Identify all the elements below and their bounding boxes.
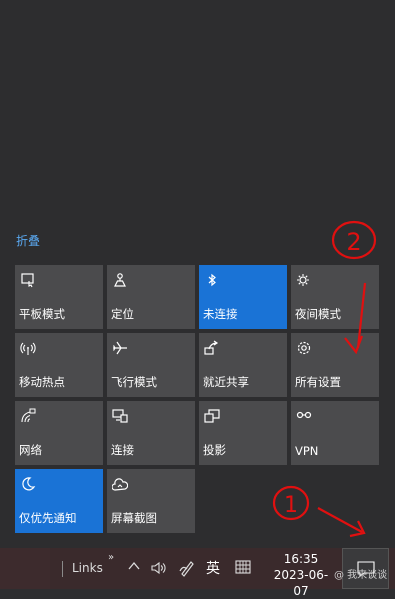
toolbar-separator (62, 561, 63, 577)
tile-connect[interactable]: 连接 (107, 401, 195, 465)
clock-time: 16:35 (283, 552, 319, 566)
tile-screenshot[interactable]: 屏幕截图 (107, 469, 195, 533)
tile-label: 投影 (203, 443, 226, 457)
tile-vpn[interactable]: VPN (291, 401, 379, 465)
tile-tablet-mode[interactable]: 平板模式 (15, 265, 103, 329)
links-toolbar[interactable]: Links (72, 561, 103, 575)
show-hidden-icons-icon[interactable] (128, 560, 140, 575)
links-overflow-chevron[interactable]: » (108, 552, 114, 563)
vpn-icon (296, 408, 312, 424)
tile-label: 未连接 (203, 307, 238, 321)
tile-label: 夜间模式 (295, 307, 341, 321)
tile-bluetooth[interactable]: 未连接 (199, 265, 287, 329)
tile-night-light[interactable]: 夜间模式 (291, 265, 379, 329)
tile-label: 仅优先通知 (19, 511, 77, 525)
project-icon (204, 408, 220, 424)
tile-project[interactable]: 投影 (199, 401, 287, 465)
tile-label: 平板模式 (19, 307, 65, 321)
action-center-panel: 折叠 平板模式 定位 未连接 夜间模式 移动热点 飞行模式 就近共享 所有设置 … (0, 0, 395, 548)
network-icon (20, 408, 36, 424)
tile-label: 连接 (111, 443, 134, 457)
volume-icon[interactable] (150, 560, 168, 576)
tablet-mode-icon (20, 272, 36, 288)
mobile-hotspot-icon (20, 340, 36, 356)
focus-assist-icon (20, 476, 36, 492)
tile-nearby-share[interactable]: 就近共享 (199, 333, 287, 397)
tile-label: 屏幕截图 (111, 511, 157, 525)
gear-icon (296, 340, 312, 356)
location-icon (112, 272, 128, 288)
tile-label: 网络 (19, 443, 42, 457)
tile-label: 就近共享 (203, 375, 249, 389)
clock-date: 2023-06-07 (273, 568, 329, 598)
bluetooth-icon (204, 272, 220, 288)
tile-network[interactable]: 网络 (15, 401, 103, 465)
input-method-indicator[interactable]: 英 (206, 558, 220, 578)
tile-focus-assist[interactable]: 仅优先通知 (15, 469, 103, 533)
night-light-icon (296, 272, 312, 288)
tile-label: 定位 (111, 307, 134, 321)
collapse-link[interactable]: 折叠 (16, 232, 40, 249)
airplane-icon (112, 340, 128, 356)
tile-label: 所有设置 (295, 375, 341, 389)
clock[interactable]: 16:35 2023-06-07 (270, 551, 332, 599)
tile-label: VPN (295, 444, 319, 458)
connect-icon (112, 408, 128, 424)
tile-label: 飞行模式 (111, 375, 157, 389)
taskbar-left-area[interactable] (0, 548, 50, 589)
tile-mobile-hotspot[interactable]: 移动热点 (15, 333, 103, 397)
tile-all-settings[interactable]: 所有设置 (291, 333, 379, 397)
watermark: @ 我来谈谈 (334, 570, 388, 581)
tile-location[interactable]: 定位 (107, 265, 195, 329)
touch-keyboard-icon[interactable] (235, 559, 251, 575)
tile-airplane-mode[interactable]: 飞行模式 (107, 333, 195, 397)
tile-label: 移动热点 (19, 375, 65, 389)
pen-workspace-icon[interactable] (178, 559, 196, 577)
nearby-share-icon (204, 340, 220, 356)
screenshot-icon (112, 476, 128, 492)
